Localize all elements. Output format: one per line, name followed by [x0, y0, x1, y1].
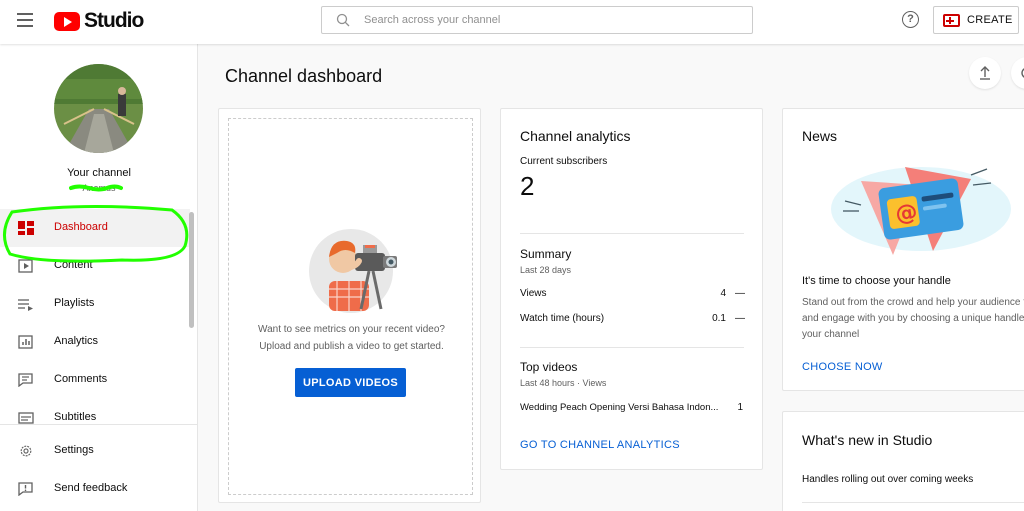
- analytics-icon: [18, 335, 33, 349]
- handle-card-illustration: @: [831, 167, 1011, 255]
- camera-person-illustration: [309, 229, 397, 313]
- sidebar-scrollbar[interactable]: [189, 212, 194, 328]
- sidebar-divider: [0, 424, 198, 425]
- sidebar-item-content[interactable]: Content: [0, 247, 190, 285]
- upload-card: Want to see metrics on your recent video…: [218, 108, 481, 503]
- top-videos-period: Last 48 hours · Views: [520, 378, 607, 388]
- playlists-icon: [18, 299, 33, 311]
- sidebar-item-label: Content: [54, 259, 93, 271]
- divider: [802, 502, 1024, 503]
- news-headline: It's time to choose your handle: [802, 275, 951, 287]
- divider: [520, 233, 744, 234]
- live-icon: [1021, 68, 1024, 78]
- upload-videos-button[interactable]: UPLOAD VIDEOS: [295, 368, 406, 397]
- gear-icon: [20, 445, 32, 457]
- upload-icon: [980, 66, 990, 80]
- analytics-title: Channel analytics: [520, 128, 631, 144]
- divider: [520, 347, 744, 348]
- news-card: News @ It's time to choose your handle S…: [782, 108, 1024, 391]
- sidebar-item-label: Settings: [54, 444, 94, 456]
- sidebar-item-label: Comments: [54, 373, 108, 385]
- sidebar-item-comments[interactable]: Comments: [0, 361, 190, 399]
- upload-prompt-line-1: Want to see metrics on your recent video…: [258, 324, 445, 335]
- subtitles-icon: [18, 412, 34, 424]
- top-videos-title: Top videos: [520, 360, 578, 374]
- page-title: Channel dashboard: [225, 66, 383, 86]
- subscribers-count: 2: [520, 171, 535, 201]
- sidebar-item-playlists[interactable]: Playlists: [0, 285, 190, 323]
- subscribers-label: Current subscribers: [520, 156, 608, 167]
- go-live-button[interactable]: [1011, 57, 1024, 89]
- summary-title: Summary: [520, 247, 572, 261]
- feedback-icon: [18, 482, 33, 496]
- metric-watch-time-value: 0.1: [712, 313, 726, 324]
- create-button[interactable]: CREATE: [933, 6, 1019, 34]
- help-icon[interactable]: ?: [902, 11, 919, 28]
- metric-views-value: 4: [720, 288, 726, 299]
- top-video-title[interactable]: Wedding Peach Opening Versi Bahasa Indon…: [520, 402, 718, 413]
- sidebar-item-label: Subtitles: [54, 411, 97, 423]
- search-box[interactable]: [321, 6, 753, 34]
- top-video-views: 1: [737, 402, 743, 413]
- summary-period: Last 28 days: [520, 265, 572, 275]
- youtube-logo-icon: [54, 11, 80, 31]
- metric-views-trend: —: [735, 288, 745, 299]
- upload-prompt: Want to see metrics on your recent video…: [239, 321, 464, 355]
- sidebar-item-label: Playlists: [54, 297, 95, 309]
- dashboard-icon: [18, 221, 34, 235]
- sidebar-item-label: Dashboard: [54, 221, 108, 233]
- create-video-icon: [943, 13, 960, 27]
- sidebar-item-analytics[interactable]: Analytics: [0, 323, 190, 361]
- upload-button[interactable]: [969, 57, 1001, 89]
- search-icon: [336, 13, 350, 27]
- sidebar-item-send-feedback[interactable]: Send feedback: [0, 470, 190, 508]
- content-icon: [18, 259, 33, 273]
- sidebar-item-label: Send feedback: [54, 482, 128, 494]
- logo-text: Studio: [84, 9, 144, 32]
- news-title: News: [802, 128, 838, 144]
- metric-watch-time-trend: —: [735, 313, 745, 324]
- svg-text:@: @: [894, 200, 919, 228]
- search-input[interactable]: [364, 14, 724, 26]
- redaction-scribble: [69, 184, 123, 192]
- metric-views-label: Views: [520, 288, 547, 299]
- whats-new-card: What's new in Studio Handles rolling out…: [782, 411, 1024, 511]
- news-body: Stand out from the crowd and help your a…: [802, 297, 1024, 340]
- go-to-channel-analytics-link[interactable]: GO TO CHANNEL ANALYTICS: [520, 439, 680, 451]
- sidebar-item-settings[interactable]: Settings: [0, 432, 190, 470]
- channel-analytics-card: Channel analytics Current subscribers 2 …: [500, 108, 763, 470]
- studio-logo[interactable]: Studio: [54, 9, 144, 33]
- whats-new-item[interactable]: Handles rolling out over coming weeks: [802, 474, 973, 485]
- upload-prompt-line-2: Upload and publish a video to get starte…: [259, 341, 444, 352]
- channel-title: Your channel: [67, 167, 131, 179]
- create-label: CREATE: [967, 14, 1013, 26]
- choose-now-link[interactable]: CHOOSE NOW: [802, 361, 883, 373]
- comments-icon: [18, 373, 33, 387]
- sidebar: Your channel Anamus Dashboard Content Pl…: [0, 44, 198, 511]
- whats-new-title: What's new in Studio: [802, 432, 933, 448]
- top-bar: Studio ? CREATE: [0, 0, 1024, 44]
- avatar[interactable]: [54, 64, 143, 153]
- metric-watch-time-label: Watch time (hours): [520, 313, 605, 324]
- sidebar-item-dashboard[interactable]: Dashboard: [0, 209, 190, 247]
- sidebar-item-label: Analytics: [54, 335, 99, 347]
- menu-icon[interactable]: [17, 13, 33, 27]
